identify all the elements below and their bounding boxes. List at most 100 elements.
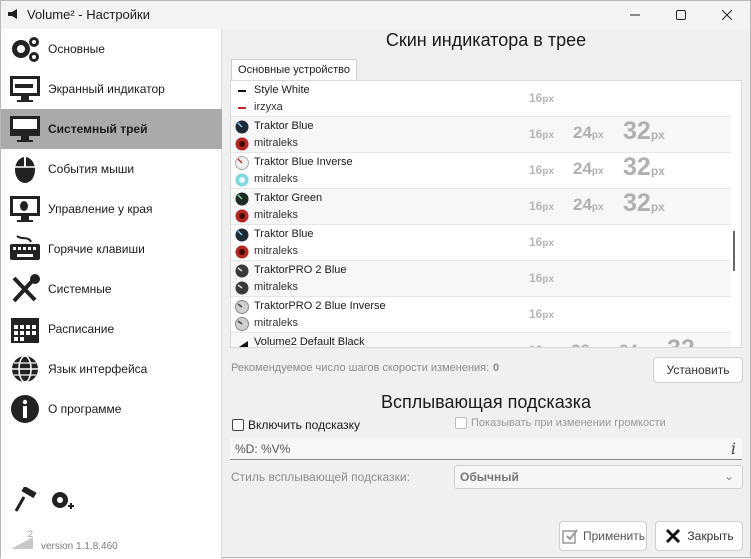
size-20-label: 20 [571,341,590,347]
list-item[interactable]: Traktor Blue mitraleks 16px 24px 32px [231,117,731,153]
tab-main-device[interactable]: Основные устройство [231,59,357,80]
size-16-label: 16px [529,163,555,177]
skin-author: irzyxa [254,101,283,113]
show-on-volume-change-checkbox[interactable]: Показывать при изменении громкости [455,417,666,429]
skin-author: mitraleks [254,137,299,149]
monitor-mouse-icon [10,196,40,222]
skin-list[interactable]: Style White irzyxa 16px Traktor Blue mit… [230,80,742,348]
size-24-label: 24px [573,195,604,214]
skin-author: mitraleks [254,281,299,293]
size-16-label: 16px [529,235,555,249]
sidebar-item-tray[interactable]: Системный трей [1,109,222,149]
sidebar: Основные Экранный индикатор Системный тр… [1,29,222,559]
sidebar-item-system[interactable]: Системные [1,269,222,309]
size-24-label: 24 [619,341,638,347]
close-button[interactable]: Закрыть [655,521,743,551]
version-label: version 1.1.8.460 [41,541,118,552]
maximize-icon [676,10,686,20]
tooltip-section-title: Всплывающая подсказка [380,392,592,412]
sidebar-item-hotkeys[interactable]: Горячие клавиши [1,229,222,269]
tooltip-style-select[interactable]: Обычный ⌄ [454,465,743,489]
size-32-label: 32px [623,189,665,217]
apply-button[interactable]: Применить [559,521,647,551]
knob-light-icon [235,156,249,170]
gear-plus-icon[interactable] [49,487,75,513]
mouse-icon [15,157,35,183]
keyboard-icon [10,235,40,260]
tooltip-format-field[interactable]: %D: %V% i [230,438,742,460]
size-32-label: 32 [667,335,695,347]
logo-superscript: 2 [28,529,34,539]
sidebar-item-label: Основные [48,42,105,56]
gears-icon [12,37,39,62]
list-item[interactable]: Traktor Blue mitraleks 16px [231,225,731,261]
chevron-down-icon: ⌄ [723,469,734,483]
tooltip-format-value: %D: %V% [235,442,291,456]
knob-gray-dark-icon [235,264,249,278]
steps-label: Рекомендуемое число шагов скорости измен… [231,362,490,374]
size-32-label: 32px [623,117,665,145]
info-icon [11,395,39,423]
list-item[interactable]: Volume2 Default Black 16px 20 24 32 [231,333,731,348]
info-italic-icon[interactable]: i [731,439,736,458]
sidebar-item-label: О программе [48,402,122,416]
list-item[interactable]: Traktor Green mitraleks 16px 24px 32px [231,189,731,225]
checkbox-box [455,417,467,429]
knob-dark-blue-icon [235,120,249,134]
knob-gray-dark-tray-icon [235,281,249,295]
close-button-label: Закрыть [687,529,734,543]
sidebar-item-osd[interactable]: Экранный индикатор [1,69,222,109]
minimize-button[interactable] [612,1,658,29]
calendar-icon [11,318,39,343]
list-item[interactable]: TraktorPRO 2 Blue mitraleks 16px [231,261,731,297]
close-window-button[interactable] [704,1,750,29]
skin-section-title: Скин индикатора в трее [385,30,587,50]
sidebar-item-label: Системный трей [48,122,148,136]
skin-name: Volume2 Default Black [254,336,365,348]
list-item[interactable]: TraktorPRO 2 Blue Inverse mitraleks 16px [231,297,731,333]
enable-tooltip-checkbox[interactable]: Включить подсказку [232,418,360,432]
maximize-button[interactable] [658,1,704,29]
skin-name: Traktor Green [254,192,323,204]
sidebar-item-label: Язык интерфейса [48,362,148,376]
checkbox-box [232,419,244,431]
sidebar-item-language[interactable]: Язык интерфейса [1,349,222,389]
skin-author: mitraleks [254,245,299,257]
knob-red-icon [235,209,249,223]
sidebar-item-label: События мыши [48,162,135,176]
sidebar-item-schedule[interactable]: Расписание [1,309,222,349]
size-16-label: 16px [529,127,555,141]
speaker-app-icon [8,9,17,19]
sidebar-item-screen-edge[interactable]: Управление у края [1,189,222,229]
apply-button-label: Применить [582,529,645,543]
knob-gray-light-icon [235,300,249,314]
size-24-label: 24px [573,159,604,178]
paint-roller-icon[interactable] [12,487,38,513]
enable-tooltip-label: Включить подсказку [248,418,361,432]
skin-name: TraktorPRO 2 Blue Inverse [254,300,386,312]
sidebar-item-general[interactable]: Основные [1,29,222,69]
steps-value: 0 [493,362,500,374]
list-item[interactable]: Style White irzyxa 16px [231,81,731,117]
list-item[interactable]: Traktor Blue Inverse mitraleks 16px 24px… [231,153,731,189]
sidebar-item-label: Системные [48,282,112,296]
size-16-label: 16px [529,343,554,347]
install-button[interactable]: Установить [653,357,743,383]
list-scrollbar[interactable] [733,231,735,271]
knob-dark-blue-icon [235,228,249,242]
sidebar-item-mouse[interactable]: События мыши [1,149,222,189]
monitor-tray-icon [10,116,40,142]
apply-icon [562,529,578,544]
skin-author: mitraleks [254,173,299,185]
knob-red-icon [235,137,249,151]
skin-name: Style White [254,84,310,96]
sidebar-item-about[interactable]: О программе [1,389,222,429]
tooltip-style-value: Обычный [460,470,519,484]
skin-name: Traktor Blue [254,228,314,240]
skin-name: Traktor Blue [254,120,314,132]
title-bar: Volume² - Настройки [1,1,750,29]
knob-dark-green-icon [235,192,249,206]
settings-window: Volume² - Настройки Основные Экранный ин… [0,0,751,559]
sidebar-item-label: Экранный индикатор [48,82,165,96]
knob-gray-light-tray-icon [235,317,249,331]
